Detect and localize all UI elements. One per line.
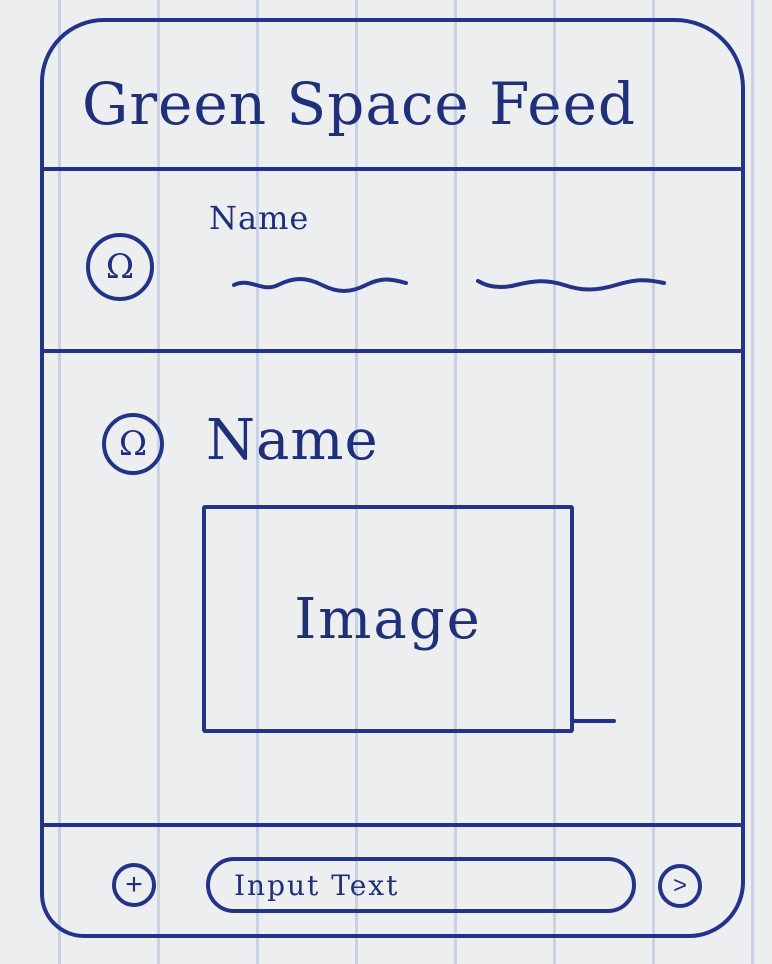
image-label: Image bbox=[294, 586, 482, 652]
feed-item[interactable]: Ω Name Image bbox=[44, 353, 741, 827]
avatar-icon[interactable]: Ω bbox=[102, 413, 164, 475]
phone-frame: Green Space Feed Ω Name Ω Name Image + > bbox=[40, 18, 745, 938]
feed-item-name[interactable]: Name bbox=[209, 199, 309, 237]
image-placeholder[interactable]: Image bbox=[202, 505, 574, 733]
app-header: Green Space Feed bbox=[44, 22, 741, 171]
image-frame-stroke bbox=[570, 719, 616, 723]
chevron-right-icon[interactable]: > bbox=[658, 864, 702, 908]
text-placeholder-line bbox=[232, 277, 408, 293]
message-input[interactable] bbox=[206, 857, 636, 913]
avatar-icon[interactable]: Ω bbox=[86, 233, 154, 301]
feed-item-name[interactable]: Name bbox=[206, 408, 379, 473]
text-placeholder-line bbox=[476, 278, 666, 292]
plus-icon[interactable]: + bbox=[112, 863, 156, 907]
feed-item[interactable]: Ω Name bbox=[44, 171, 741, 353]
page-title: Green Space Feed bbox=[82, 70, 637, 138]
composer-bar: + > bbox=[44, 827, 741, 934]
